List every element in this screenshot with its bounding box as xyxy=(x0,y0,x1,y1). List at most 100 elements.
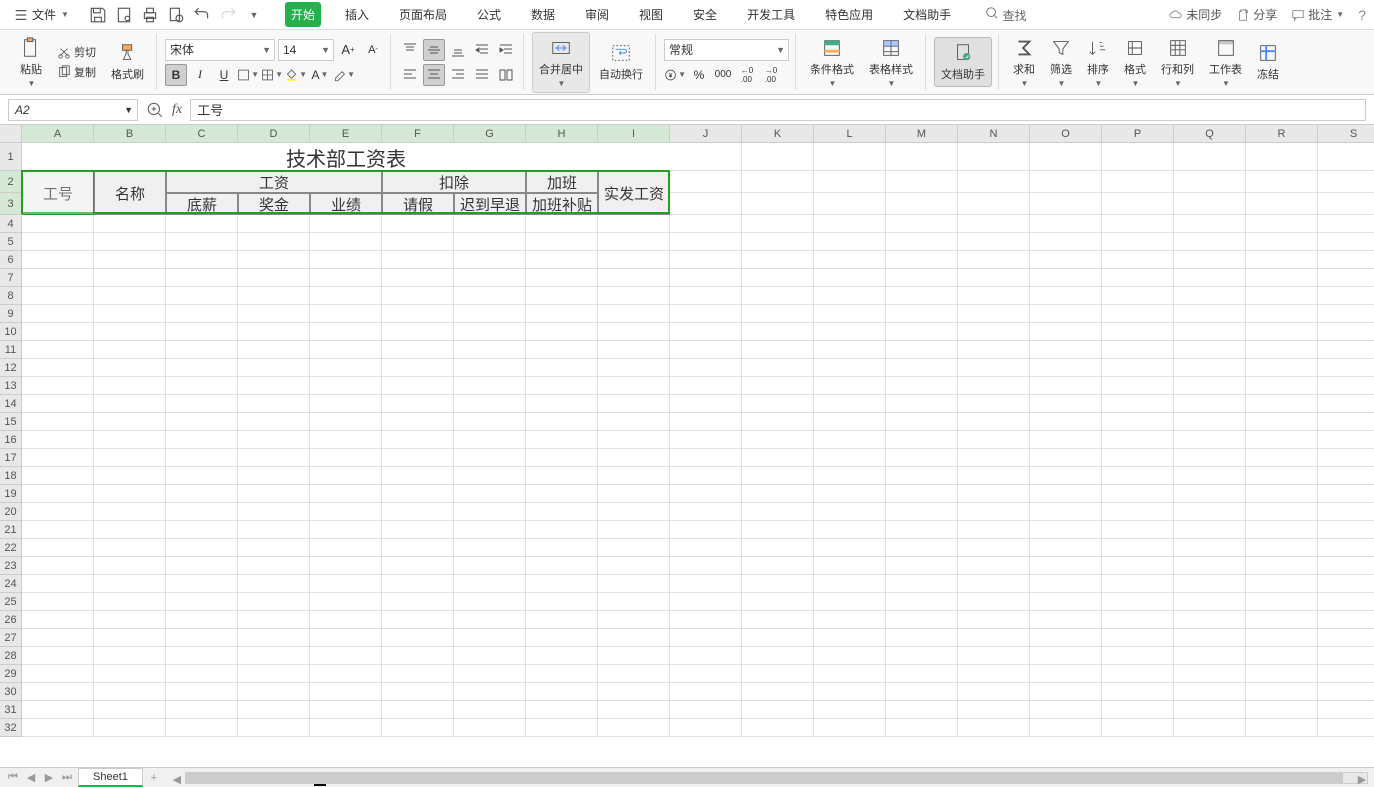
row-header-11[interactable]: 11 xyxy=(0,341,22,359)
horizontal-scrollbar[interactable]: ◀ ▶ xyxy=(185,772,1368,784)
help-button[interactable]: ? xyxy=(1358,7,1366,23)
add-sheet-icon[interactable]: + xyxy=(147,772,161,784)
merge-center-button[interactable]: 合并居中▼ xyxy=(532,32,590,93)
border-icon[interactable]: ▼ xyxy=(237,64,259,86)
tab-doc-helper[interactable]: 文档助手 xyxy=(897,2,957,27)
sort-button[interactable]: 排序▼ xyxy=(1081,33,1115,92)
tab-data[interactable]: 数据 xyxy=(525,2,561,27)
row-header-5[interactable]: 5 xyxy=(0,233,22,251)
print-icon[interactable] xyxy=(141,6,159,24)
tab-dev-tools[interactable]: 开发工具 xyxy=(741,2,801,27)
column-header-M[interactable]: M xyxy=(886,125,958,143)
increase-decimal-icon[interactable]: ←0.00 xyxy=(736,64,758,86)
qat-more-icon[interactable]: ▼ xyxy=(245,6,263,24)
row-header-7[interactable]: 7 xyxy=(0,269,22,287)
conditional-format-button[interactable]: 条件格式▼ xyxy=(804,33,860,92)
tab-nav-next-icon[interactable]: ▶ xyxy=(42,771,56,784)
justify-icon[interactable] xyxy=(471,64,493,86)
worksheet-button[interactable]: 工作表▼ xyxy=(1203,33,1248,92)
row-header-16[interactable]: 16 xyxy=(0,431,22,449)
row-header-14[interactable]: 14 xyxy=(0,395,22,413)
column-header-S[interactable]: S xyxy=(1318,125,1374,143)
save-icon[interactable] xyxy=(89,6,107,24)
italic-icon[interactable]: I xyxy=(189,64,211,86)
column-header-A[interactable]: A xyxy=(22,125,94,143)
align-top-icon[interactable] xyxy=(399,39,421,61)
freeze-button[interactable]: 冻结 xyxy=(1251,38,1285,86)
wrap-text-button[interactable]: 自动换行 xyxy=(593,38,649,86)
scroll-right-icon[interactable]: ▶ xyxy=(1355,773,1369,786)
column-header-K[interactable]: K xyxy=(742,125,814,143)
column-header-E[interactable]: E xyxy=(310,125,382,143)
row-header-8[interactable]: 8 xyxy=(0,287,22,305)
sum-button[interactable]: 求和▼ xyxy=(1007,33,1041,92)
font-name-combo[interactable]: 宋体▼ xyxy=(165,39,275,61)
column-header-G[interactable]: G xyxy=(454,125,526,143)
doc-helper-button[interactable]: 文档助手 xyxy=(934,37,992,87)
tab-security[interactable]: 安全 xyxy=(687,2,723,27)
fx-icon[interactable]: fx xyxy=(172,102,182,118)
column-header-R[interactable]: R xyxy=(1246,125,1318,143)
column-header-L[interactable]: L xyxy=(814,125,886,143)
decrease-indent-icon[interactable] xyxy=(471,39,493,61)
format-button[interactable]: 格式▼ xyxy=(1118,33,1152,92)
print-preview-icon[interactable] xyxy=(115,6,133,24)
increase-font-icon[interactable]: A+ xyxy=(337,39,359,61)
align-left-icon[interactable] xyxy=(399,64,421,86)
file-menu[interactable]: 文件 ▼ xyxy=(8,4,75,25)
tab-insert[interactable]: 插入 xyxy=(339,2,375,27)
column-header-J[interactable]: J xyxy=(670,125,742,143)
row-header-20[interactable]: 20 xyxy=(0,503,22,521)
row-header-12[interactable]: 12 xyxy=(0,359,22,377)
row-header-31[interactable]: 31 xyxy=(0,701,22,719)
number-format-combo[interactable]: 常规▼ xyxy=(664,39,789,61)
column-header-P[interactable]: P xyxy=(1102,125,1174,143)
tab-start[interactable]: 开始 xyxy=(285,2,321,27)
tab-special[interactable]: 特色应用 xyxy=(819,2,879,27)
format-painter-button[interactable]: 格式刷 xyxy=(105,38,150,86)
share-button[interactable]: 分享 xyxy=(1236,6,1277,23)
comment-button[interactable]: 批注▼ xyxy=(1291,6,1344,23)
sheet-tab-active[interactable]: Sheet1 xyxy=(78,768,143,787)
scroll-thumb[interactable] xyxy=(186,773,1344,783)
select-all-corner[interactable] xyxy=(0,125,22,143)
column-header-N[interactable]: N xyxy=(958,125,1030,143)
tab-nav-last-icon[interactable]: ⏭ xyxy=(60,771,74,784)
paste-button[interactable]: 粘贴▼ xyxy=(14,33,48,92)
align-middle-icon[interactable] xyxy=(423,39,445,61)
column-header-O[interactable]: O xyxy=(1030,125,1102,143)
row-header-28[interactable]: 28 xyxy=(0,647,22,665)
merge-split-icon[interactable] xyxy=(495,64,517,86)
row-header-32[interactable]: 32 xyxy=(0,719,22,737)
row-header-18[interactable]: 18 xyxy=(0,467,22,485)
row-header-10[interactable]: 10 xyxy=(0,323,22,341)
column-header-H[interactable]: H xyxy=(526,125,598,143)
underline-icon[interactable]: U xyxy=(213,64,235,86)
preview-icon[interactable] xyxy=(167,6,185,24)
column-header-B[interactable]: B xyxy=(94,125,166,143)
cut-button[interactable]: 剪切 xyxy=(54,43,99,61)
zoom-fx-icon[interactable] xyxy=(146,101,164,119)
tab-page-layout[interactable]: 页面布局 xyxy=(393,2,453,27)
row-header-15[interactable]: 15 xyxy=(0,413,22,431)
decrease-decimal-icon[interactable]: →0.00 xyxy=(760,64,782,86)
decrease-font-icon[interactable]: A- xyxy=(362,39,384,61)
tab-review[interactable]: 审阅 xyxy=(579,2,615,27)
table-style-button[interactable]: 表格样式▼ xyxy=(863,33,919,92)
font-size-combo[interactable]: 14▼ xyxy=(278,39,334,61)
row-header-13[interactable]: 13 xyxy=(0,377,22,395)
column-header-C[interactable]: C xyxy=(166,125,238,143)
row-header-25[interactable]: 25 xyxy=(0,593,22,611)
tab-formula[interactable]: 公式 xyxy=(471,2,507,27)
rowcol-button[interactable]: 行和列▼ xyxy=(1155,33,1200,92)
scroll-left-icon[interactable]: ◀ xyxy=(170,773,184,786)
row-header-3[interactable]: 3 xyxy=(0,193,22,215)
row-header-22[interactable]: 22 xyxy=(0,539,22,557)
row-header-24[interactable]: 24 xyxy=(0,575,22,593)
row-header-4[interactable]: 4 xyxy=(0,215,22,233)
filter-button[interactable]: 筛选▼ xyxy=(1044,33,1078,92)
sync-status[interactable]: 未同步 xyxy=(1169,6,1222,23)
row-header-17[interactable]: 17 xyxy=(0,449,22,467)
redo-icon[interactable] xyxy=(219,6,237,24)
row-header-27[interactable]: 27 xyxy=(0,629,22,647)
